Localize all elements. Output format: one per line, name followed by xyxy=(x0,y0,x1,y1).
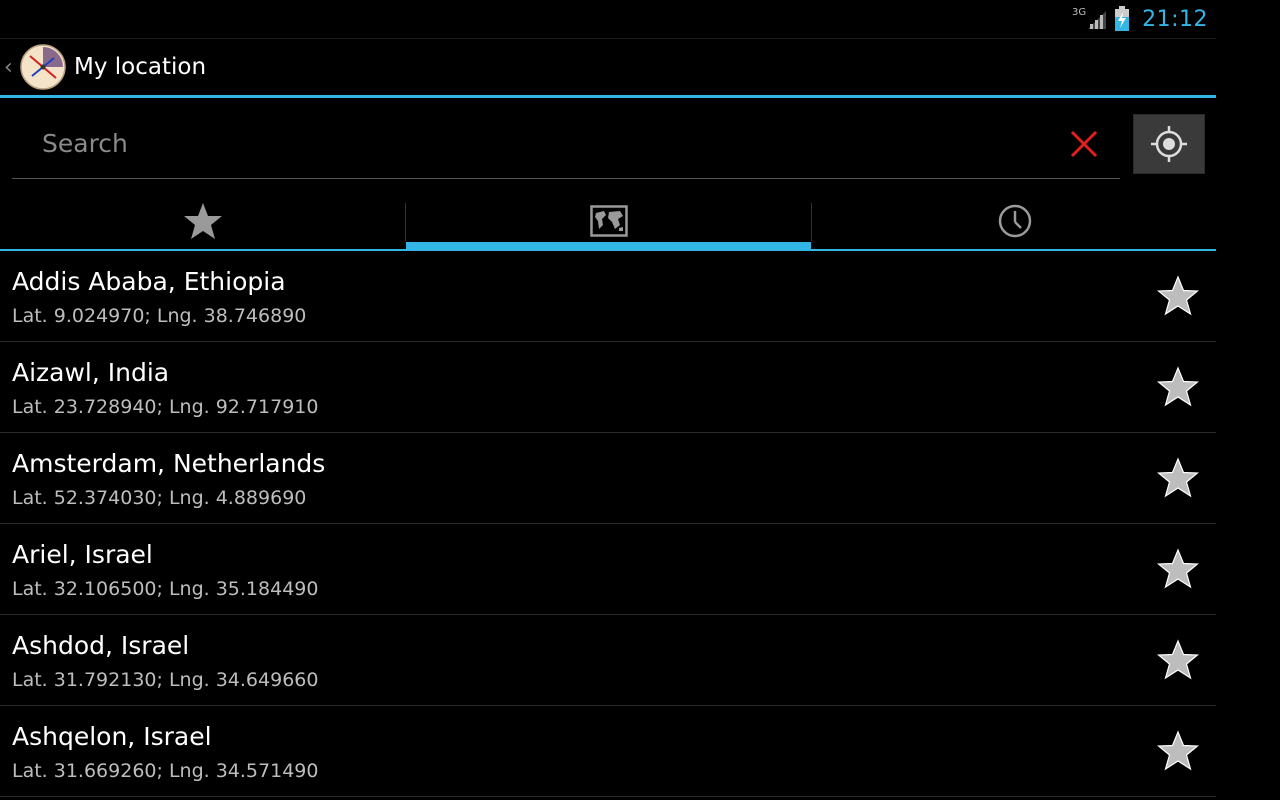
favorite-star-icon[interactable] xyxy=(1157,457,1199,499)
location-name: Ashdod, Israel xyxy=(12,631,190,660)
tab-favorites[interactable] xyxy=(0,193,405,249)
location-name: Amsterdam, Netherlands xyxy=(12,449,326,478)
favorite-star-icon[interactable] xyxy=(1157,730,1199,772)
favorite-star-icon[interactable] xyxy=(1157,639,1199,681)
location-coordinates: Lat. 32.106500; Lng. 35.184490 xyxy=(12,578,319,600)
list-item[interactable]: Aizawl, India Lat. 23.728940; Lng. 92.71… xyxy=(0,342,1216,433)
search-input[interactable] xyxy=(12,110,1052,176)
location-name: Ariel, Israel xyxy=(12,540,153,569)
star-icon xyxy=(183,203,222,239)
list-item[interactable]: Ashqelon, Israel Lat. 31.669260; Lng. 34… xyxy=(0,706,1216,797)
action-bar-underline xyxy=(0,95,1216,98)
tab-bar xyxy=(0,193,1216,251)
favorite-star-icon[interactable] xyxy=(1157,275,1199,317)
status-bar: 3G 21:12 xyxy=(0,0,1216,38)
location-name: Ashqelon, Israel xyxy=(12,722,212,751)
clear-search-icon[interactable] xyxy=(1068,128,1100,160)
page-title: My location xyxy=(74,54,207,80)
tab-all-locations[interactable] xyxy=(406,193,811,249)
network-type: 3G xyxy=(1071,6,1087,18)
app-compass-icon[interactable] xyxy=(20,44,66,90)
crosshair-location-icon xyxy=(1151,126,1187,162)
location-coordinates: Lat. 23.728940; Lng. 92.717910 xyxy=(12,396,319,418)
list-item[interactable]: Amsterdam, Netherlands Lat. 52.374030; L… xyxy=(0,433,1216,524)
list-item[interactable]: Ariel, Israel Lat. 32.106500; Lng. 35.18… xyxy=(0,524,1216,615)
location-coordinates: Lat. 9.024970; Lng. 38.746890 xyxy=(12,305,307,327)
clock: 21:12 xyxy=(1142,6,1208,32)
list-item[interactable]: Ashdod, Israel Lat. 31.792130; Lng. 34.6… xyxy=(0,615,1216,706)
tab-recent[interactable] xyxy=(812,193,1217,249)
world-map-icon xyxy=(589,205,628,237)
clock-icon xyxy=(998,204,1031,238)
battery-charging-icon xyxy=(1115,6,1130,31)
favorite-star-icon[interactable] xyxy=(1157,548,1199,590)
location-name: Addis Ababa, Ethiopia xyxy=(12,267,286,296)
action-bar: ‹ My location xyxy=(0,39,1216,95)
up-navigation-icon[interactable]: ‹ xyxy=(4,55,18,80)
my-location-button[interactable] xyxy=(1133,114,1205,174)
location-coordinates: Lat. 31.792130; Lng. 34.649660 xyxy=(12,669,319,691)
location-coordinates: Lat. 31.669260; Lng. 34.571490 xyxy=(12,760,319,782)
search-field-container xyxy=(12,110,1120,179)
location-list: Addis Ababa, Ethiopia Lat. 9.024970; Lng… xyxy=(0,251,1216,797)
favorite-star-icon[interactable] xyxy=(1157,366,1199,408)
signal-icon xyxy=(1088,11,1107,29)
list-item[interactable]: Addis Ababa, Ethiopia Lat. 9.024970; Lng… xyxy=(0,251,1216,342)
location-name: Aizawl, India xyxy=(12,358,170,387)
status-icons: 3G 21:12 xyxy=(1072,4,1208,34)
location-coordinates: Lat. 52.374030; Lng. 4.889690 xyxy=(12,487,307,509)
selected-tab-indicator xyxy=(406,242,811,250)
